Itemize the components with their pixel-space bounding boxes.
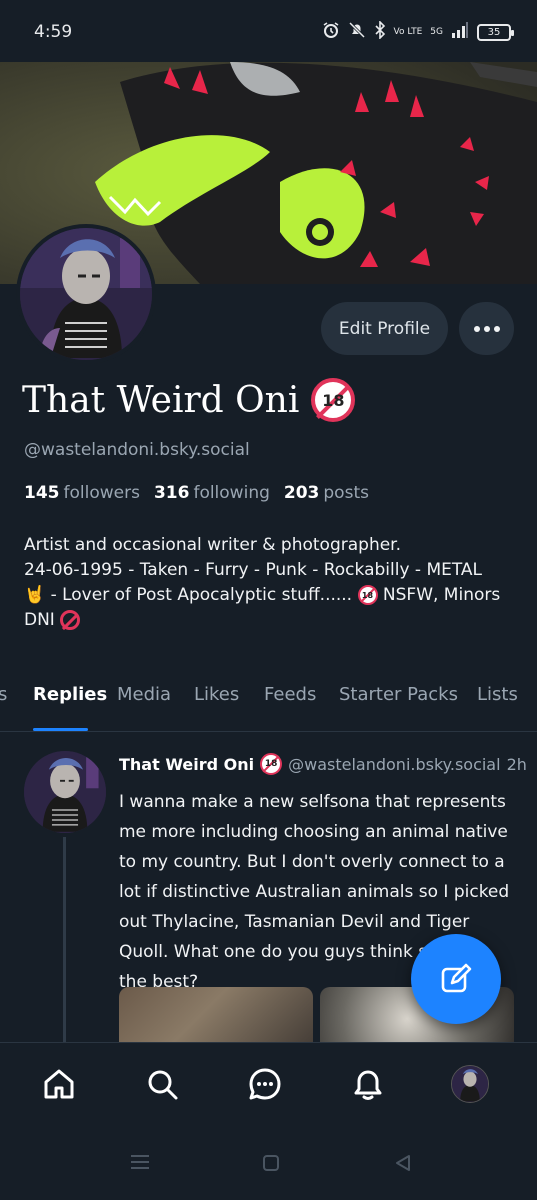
tab-posts-partial[interactable]: s bbox=[0, 684, 7, 705]
following-label: following bbox=[193, 483, 270, 503]
menu-icon bbox=[131, 1155, 149, 1169]
no-under-18-icon: 18 bbox=[311, 378, 356, 422]
tab-likes[interactable]: Likes bbox=[194, 684, 239, 705]
lte-indicator: Vo LTE bbox=[393, 26, 423, 37]
status-icons: Vo LTE 5G 35 bbox=[322, 20, 514, 43]
bio-line: Artist and occasional writer & photograp… bbox=[24, 535, 402, 555]
profile-avatar[interactable] bbox=[16, 224, 156, 364]
post-timestamp: 2h bbox=[506, 754, 527, 774]
bio-line: 🤘 - Lover of Post Apocalyptic stuff.....… bbox=[24, 583, 514, 608]
compose-icon bbox=[441, 963, 472, 993]
back-triangle-icon bbox=[396, 1155, 410, 1171]
followers-stat[interactable]: 145 followers bbox=[24, 483, 140, 503]
profile-stats: 145 followers 316 following 203 posts bbox=[24, 483, 369, 503]
no-under-18-icon: 18 bbox=[260, 753, 283, 775]
following-count: 316 bbox=[153, 483, 190, 503]
posts-label: posts bbox=[323, 483, 369, 503]
more-dot-icon bbox=[473, 325, 480, 332]
nav-notifications-button[interactable] bbox=[349, 1065, 387, 1103]
bio-text: DNI bbox=[24, 610, 55, 630]
avatar-artwork bbox=[452, 1066, 488, 1102]
posts-stat: 203 posts bbox=[284, 483, 369, 503]
bell-icon bbox=[354, 1070, 382, 1100]
square-icon bbox=[263, 1155, 279, 1171]
network-type: 5G bbox=[430, 26, 443, 37]
avatar-artwork bbox=[24, 751, 106, 833]
following-stat[interactable]: 316 following bbox=[154, 483, 270, 503]
system-navigation bbox=[0, 1126, 537, 1200]
bluetooth-icon bbox=[374, 20, 386, 43]
more-dot-icon bbox=[493, 325, 500, 332]
prohibited-icon bbox=[60, 610, 81, 630]
status-time: 4:59 bbox=[34, 22, 73, 42]
chat-icon bbox=[249, 1068, 281, 1100]
nav-chat-button[interactable] bbox=[246, 1065, 284, 1103]
no-under-18-icon: 18 bbox=[357, 585, 378, 605]
thread-line bbox=[63, 837, 66, 1043]
post-author-name[interactable]: That Weird Oni bbox=[119, 755, 254, 774]
profile-bio: Artist and occasional writer & photograp… bbox=[24, 533, 514, 633]
edit-profile-button[interactable]: Edit Profile bbox=[321, 302, 448, 355]
tab-feeds[interactable]: Feeds bbox=[264, 684, 316, 705]
recent-apps-button[interactable] bbox=[130, 1154, 150, 1174]
posts-count: 203 bbox=[283, 483, 320, 503]
bio-text: 🤘 - Lover of Post Apocalyptic stuff.....… bbox=[24, 585, 353, 605]
nav-home-button[interactable] bbox=[40, 1065, 78, 1103]
mute-bell-icon bbox=[348, 21, 366, 43]
home-icon bbox=[44, 1069, 74, 1099]
tab-replies[interactable]: Replies bbox=[33, 684, 107, 705]
display-name-text: That Weird Oni bbox=[22, 379, 300, 421]
profile-tabs: s Replies Media Likes Feeds Starter Pack… bbox=[0, 670, 537, 732]
age-badge-text: 18 bbox=[322, 390, 345, 410]
bottom-navigation bbox=[0, 1042, 537, 1126]
nav-search-button[interactable] bbox=[143, 1065, 181, 1103]
active-tab-indicator bbox=[33, 728, 88, 731]
tab-media[interactable]: Media bbox=[117, 684, 171, 705]
search-icon bbox=[148, 1070, 178, 1100]
signal-icon bbox=[451, 22, 469, 42]
more-dot-icon bbox=[483, 325, 490, 332]
bio-line: 24-06-1995 - Taken - Furry - Punk - Rock… bbox=[24, 560, 483, 580]
more-options-button[interactable] bbox=[459, 302, 514, 355]
profile-handle: @wastelandoni.bsky.social bbox=[24, 440, 250, 460]
post-header: That Weird Oni 18 @wastelandoni.bsky.soc… bbox=[119, 753, 527, 775]
status-bar: 4:59 Vo LTE 5G 35 bbox=[0, 0, 537, 62]
battery-icon: 35 bbox=[477, 23, 514, 41]
profile-display-name: That Weird Oni 18 bbox=[22, 378, 356, 422]
alarm-icon bbox=[322, 21, 340, 43]
post-author-handle[interactable]: @wastelandoni.bsky.social bbox=[288, 755, 500, 774]
followers-count: 145 bbox=[24, 483, 60, 503]
age-badge-text: 18 bbox=[264, 759, 278, 769]
back-system-button[interactable] bbox=[394, 1154, 412, 1176]
bio-line: DNI bbox=[24, 608, 514, 633]
avatar-artwork bbox=[20, 228, 152, 360]
post-image[interactable] bbox=[119, 987, 313, 1043]
age-badge-text: 18 bbox=[361, 590, 374, 600]
home-system-button[interactable] bbox=[262, 1154, 280, 1176]
followers-label: followers bbox=[63, 483, 140, 503]
bio-text: NSFW, Minors bbox=[382, 585, 501, 605]
nav-profile-avatar[interactable] bbox=[451, 1065, 489, 1103]
post-author-avatar[interactable] bbox=[24, 751, 106, 833]
tab-lists[interactable]: Lists bbox=[477, 684, 518, 705]
compose-post-button[interactable] bbox=[411, 934, 501, 1024]
tab-starter-packs[interactable]: Starter Packs bbox=[339, 684, 458, 705]
